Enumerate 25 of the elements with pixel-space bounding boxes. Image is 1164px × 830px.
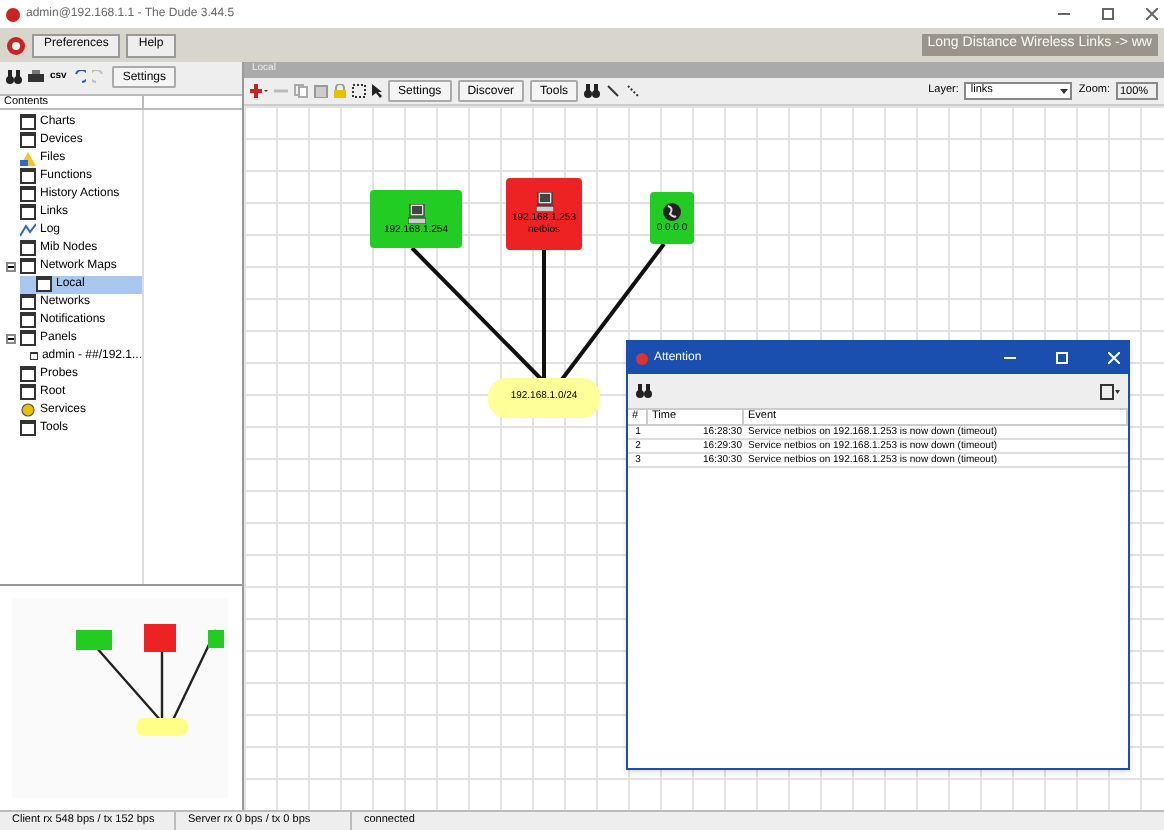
add-icon[interactable] — [250, 84, 268, 98]
binoculars-icon[interactable] — [636, 384, 652, 398]
binoculars-icon[interactable] — [584, 84, 601, 98]
minimap-drawing[interactable] — [12, 598, 228, 798]
caret-icon — [1058, 84, 1071, 98]
undo-icon[interactable] — [72, 70, 87, 85]
select-icon[interactable] — [352, 84, 366, 98]
columns-menu-icon[interactable] — [1100, 383, 1120, 399]
computer-icon — [407, 203, 425, 223]
maximize-icon[interactable] — [1102, 8, 1114, 20]
computer-icon — [535, 192, 553, 212]
log-icon — [20, 222, 36, 239]
collapse-icon[interactable] — [5, 333, 15, 344]
bulb-icon — [20, 402, 36, 419]
window-icon — [20, 420, 36, 437]
files-icon — [20, 150, 36, 167]
minimize-icon[interactable] — [1058, 8, 1070, 20]
minimize-icon[interactable] — [1004, 352, 1016, 364]
close-icon[interactable] — [1146, 8, 1158, 20]
collapse-icon[interactable] — [5, 261, 15, 272]
globe-icon — [662, 202, 682, 222]
printer-icon[interactable] — [28, 70, 44, 85]
app-logo-icon — [636, 351, 648, 365]
binoculars-icon[interactable] — [6, 70, 22, 85]
pointer-icon[interactable] — [372, 84, 382, 98]
